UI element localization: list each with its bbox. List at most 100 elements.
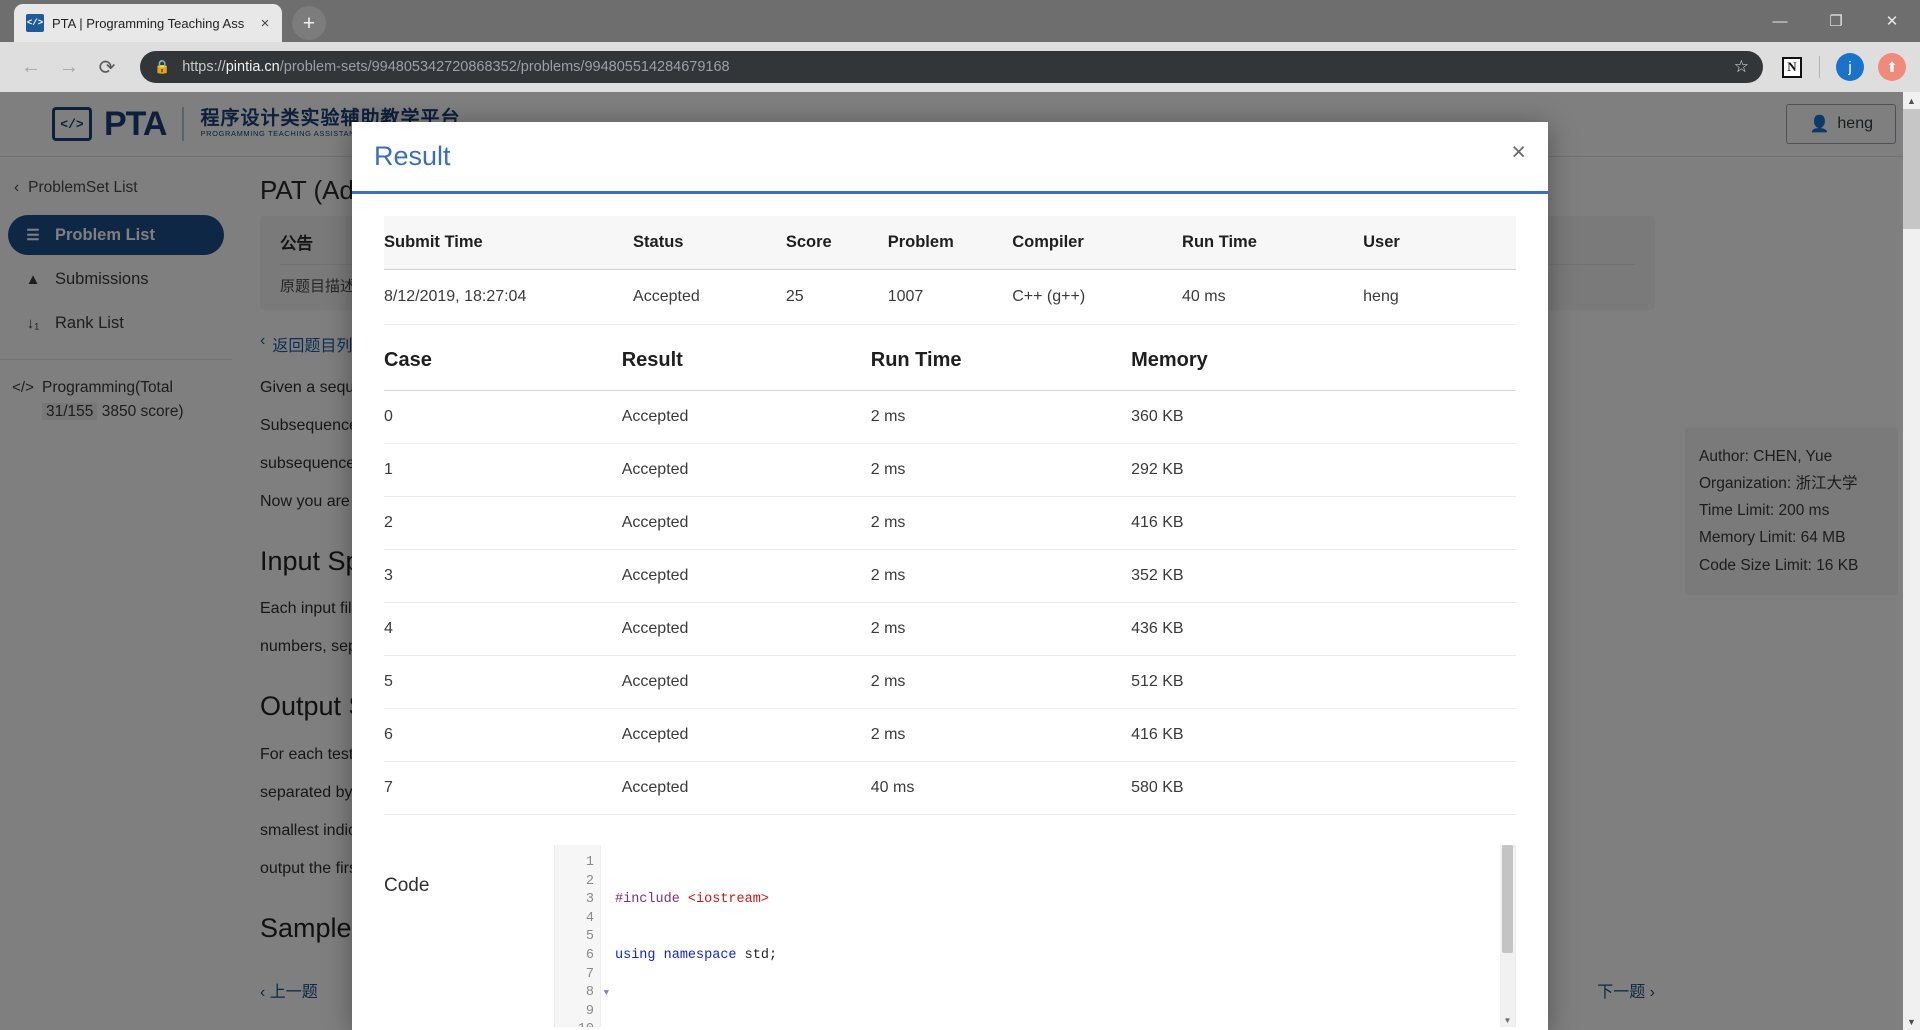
cell-score: 25 (785, 269, 888, 325)
cell-run-time: 2 ms (870, 443, 1132, 497)
cell-case: 1 (384, 443, 622, 497)
tab-favicon-icon: </> (26, 14, 44, 32)
col-submit-time: Submit Time (384, 216, 634, 270)
cell-case: 3 (384, 549, 622, 603)
window-controls: — ❐ ✕ (1752, 0, 1920, 42)
tab-close-icon[interactable]: × (256, 15, 274, 32)
table-row: 5 Accepted 2 ms 512 KB (384, 655, 1516, 709)
cell-run-time: 2 ms (870, 496, 1132, 550)
scroll-down-icon[interactable]: ▼ (1903, 1013, 1920, 1030)
browser-tab[interactable]: </> PTA | Programming Teaching Ass × (14, 4, 282, 42)
code-line: using namespace std; (615, 947, 778, 963)
cell-problem-link[interactable]: 1007 (887, 269, 1013, 325)
col-user: User (1363, 216, 1516, 270)
cell-case: 6 (384, 708, 622, 762)
browser-tab-strip: </> PTA | Programming Teaching Ass × + —… (0, 0, 1920, 42)
page-scrollbar[interactable]: ▲ ▼ (1903, 92, 1920, 1030)
line-number: 5 (585, 929, 594, 945)
cell-run-time: 2 ms (870, 549, 1132, 603)
url-scheme: https:// (182, 59, 226, 75)
col-compiler: Compiler (1012, 216, 1183, 270)
profile-avatar[interactable]: j (1836, 53, 1864, 81)
col-case: Case (384, 333, 622, 391)
cell-result: Accepted (621, 761, 871, 815)
cell-submit-time: 8/12/2019, 18:27:04 (384, 269, 634, 325)
cell-memory: 416 KB (1131, 496, 1516, 550)
code-scroll-down-icon[interactable]: ▼ (1500, 1016, 1515, 1025)
address-bar[interactable]: 🔒 https://pintia.cn/problem-sets/9948053… (140, 51, 1763, 83)
col-problem: Problem (887, 216, 1013, 270)
close-icon[interactable]: × (1511, 140, 1526, 165)
code-gutter: 1 2 3 4 5 6 7 8▼ 9 10 11▼ 12 (555, 845, 609, 1027)
window-close-button[interactable]: ✕ (1864, 0, 1920, 42)
notion-extension-icon[interactable]: N (1777, 52, 1807, 82)
toolbar-divider (1819, 56, 1820, 78)
code-scrollbar-thumb[interactable] (1502, 845, 1513, 953)
cell-user: heng (1363, 269, 1516, 325)
window-minimize-button[interactable]: — (1752, 0, 1808, 42)
code-line: #include <iostream> (615, 892, 769, 908)
new-tab-button[interactable]: + (292, 6, 326, 40)
cell-run-time: 2 ms (870, 708, 1132, 762)
col-status: Status (633, 216, 786, 270)
code-section: Code 1 2 3 4 5 6 7 8▼ 9 10 11▼ 12 #i (384, 845, 1516, 1027)
table-row: 3 Accepted 2 ms 352 KB (384, 549, 1516, 603)
cell-run-time: 2 ms (870, 602, 1132, 656)
line-number: 10 (555, 1021, 600, 1027)
table-row: 6 Accepted 2 ms 416 KB (384, 708, 1516, 762)
col-run-time: Run Time (1182, 216, 1364, 270)
cell-memory: 360 KB (1131, 390, 1516, 444)
cell-result: Accepted (621, 708, 871, 762)
line-number: 4 (585, 910, 594, 926)
url-path: /problem-sets/994805342720868352/problem… (279, 59, 730, 75)
cell-result: Accepted (621, 443, 871, 497)
url-text: https://pintia.cn/problem-sets/994805342… (182, 59, 729, 75)
bookmark-star-icon[interactable]: ☆ (1734, 57, 1749, 77)
lock-icon: 🔒 (154, 59, 171, 74)
url-host: pintia.cn (225, 59, 280, 75)
code-text[interactable]: #include <iostream> using namespace std;… (601, 845, 1500, 1027)
scroll-up-icon[interactable]: ▲ (1903, 92, 1920, 109)
result-modal: Result × Submit Time Status Score Proble… (352, 122, 1548, 1030)
cell-case: 0 (384, 390, 622, 444)
submission-row: 8/12/2019, 18:27:04 Accepted 25 1007 C++… (384, 269, 1516, 325)
table-row: 0 Accepted 2 ms 360 KB (384, 390, 1516, 444)
table-row: 1 Accepted 2 ms 292 KB (384, 443, 1516, 497)
cell-result: Accepted (621, 390, 871, 444)
cell-compiler: C++ (g++) (1012, 269, 1183, 325)
code-viewer[interactable]: 1 2 3 4 5 6 7 8▼ 9 10 11▼ 12 #include <i… (554, 845, 1516, 1027)
back-button[interactable]: ← (14, 50, 48, 84)
fold-icon[interactable]: ▼ (604, 984, 609, 1003)
browser-toolbar: ← → ⟳ 🔒 https://pintia.cn/problem-sets/9… (0, 42, 1920, 92)
line-number: 3 (585, 892, 594, 908)
page-scrollbar-thumb[interactable] (1903, 109, 1920, 229)
update-icon[interactable]: ⬆ (1878, 53, 1906, 81)
line-number: 8 ▼ (555, 984, 609, 1003)
window-maximize-button[interactable]: ❐ (1808, 0, 1864, 42)
cell-run-time: 2 ms (870, 655, 1132, 709)
cell-memory: 512 KB (1131, 655, 1516, 709)
case-table-header: Case Result Run Time Memory (384, 333, 1516, 391)
cell-result: Accepted (621, 496, 871, 550)
code-label: Code (384, 875, 430, 896)
cell-case: 7 (384, 761, 622, 815)
case-table-body: 0 Accepted 2 ms 360 KB 1 Accepted 2 ms 2… (384, 390, 1516, 815)
cell-result: Accepted (621, 549, 871, 603)
cell-result: Accepted (621, 655, 871, 709)
modal-body: Submit Time Status Score Problem Compile… (352, 194, 1548, 1030)
forward-button[interactable]: → (52, 50, 86, 84)
cell-memory: 292 KB (1131, 443, 1516, 497)
table-row: 2 Accepted 2 ms 416 KB (384, 496, 1516, 550)
cell-run-time: 2 ms (870, 390, 1132, 444)
cell-memory: 436 KB (1131, 602, 1516, 656)
cell-memory: 352 KB (1131, 549, 1516, 603)
line-number: 6 (585, 947, 594, 963)
code-scrollbar[interactable]: ▼ (1500, 845, 1515, 1027)
cell-run-time: 40 ms (870, 761, 1132, 815)
col-memory: Memory (1131, 333, 1516, 391)
cell-status: Accepted (633, 269, 786, 325)
cell-memory: 416 KB (1131, 708, 1516, 762)
reload-button[interactable]: ⟳ (90, 50, 124, 84)
cell-memory: 580 KB (1131, 761, 1516, 815)
